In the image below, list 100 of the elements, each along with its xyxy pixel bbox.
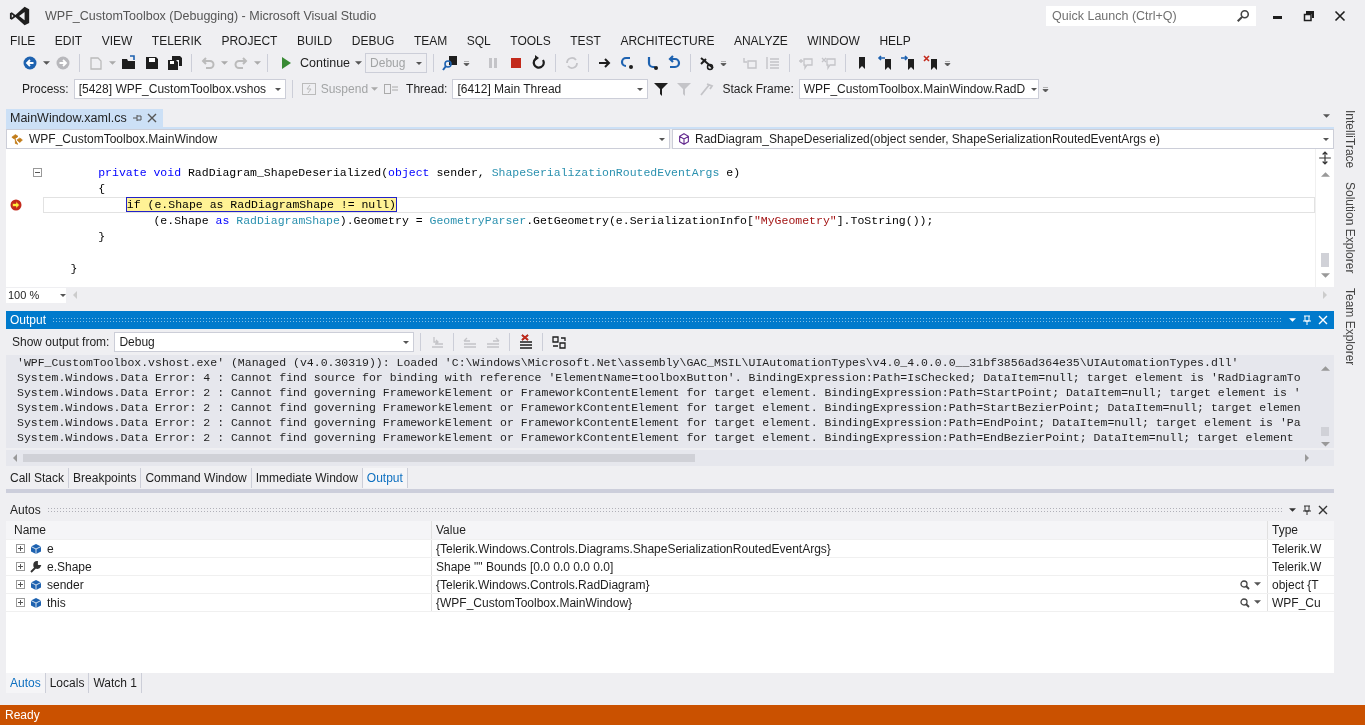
panel-tab[interactable]: Autos	[6, 673, 46, 693]
menu-item[interactable]: TEST	[570, 33, 601, 48]
side-tab[interactable]: Team Explorer	[1342, 287, 1357, 365]
variable-value: Shape "" Bounds [0.0 0.0 0.0 0.0]	[436, 559, 615, 574]
variable-name: this	[47, 595, 66, 610]
window-title: WPF_CustomToolbox (Debugging) - Microsoft Visual Studio	[45, 9, 378, 23]
panel-tab[interactable]: Breakpoints	[69, 468, 142, 488]
expand-icon[interactable]	[16, 580, 25, 589]
menu-item[interactable]: HELP	[879, 33, 911, 48]
output-line: System.Windows.Data Error: 2 : Cannot find governing FrameworkElement or FrameworkContentElement for target element. BindingExpression:Path=StartBezierPoint; DataItem=null; target elemen	[17, 400, 1302, 415]
save-icon[interactable]	[144, 55, 160, 71]
panel-title: Autos	[10, 503, 41, 517]
code-line: private void RadDiagram_ShapeDeserialized(object sender, ShapeSerializationRoutedEventArgs e)	[97, 165, 742, 181]
process-dropdown[interactable]: [5428] WPF_CustomToolbox.vshos	[73, 79, 286, 99]
code-line: }	[69, 261, 79, 277]
variable-name: e	[47, 541, 54, 556]
type-dropdown[interactable]: WPF_CustomToolbox.MainWindow	[6, 129, 670, 149]
suspend-icon	[300, 81, 317, 97]
stack-frame-label: Stack Frame:	[722, 82, 794, 96]
panel-tab[interactable]: Command Window	[141, 468, 252, 488]
menu-item[interactable]: VIEW	[101, 33, 133, 48]
overflow-icon[interactable]	[944, 60, 952, 66]
restart-icon[interactable]	[531, 55, 548, 71]
menu-item[interactable]: BUILD	[296, 33, 333, 48]
stack-frame-dropdown[interactable]: WPF_CustomToolbox.MainWindow.RadD	[798, 79, 1039, 99]
code-line: {	[97, 181, 107, 197]
continue-button[interactable]: Continue	[274, 55, 353, 71]
filter-icon[interactable]	[653, 81, 670, 97]
thread-dropdown[interactable]: [6412] Main Thread	[452, 79, 649, 99]
find-icon[interactable]	[442, 55, 459, 71]
scroll-up-icon[interactable]	[1320, 171, 1330, 177]
status-text: Ready	[5, 708, 40, 722]
overflow-icon[interactable]	[1041, 86, 1049, 92]
zoom-dropdown[interactable]: 100 %	[6, 287, 66, 303]
search-icon[interactable]	[1240, 597, 1250, 608]
menu-item[interactable]: DEBUG	[351, 33, 395, 48]
panel-tab[interactable]: Locals	[45, 673, 90, 693]
word-wrap-icon[interactable]	[551, 334, 568, 350]
menu-item[interactable]: EDIT	[54, 33, 83, 48]
menu-item[interactable]: TOOLS	[510, 33, 551, 48]
save-all-icon[interactable]	[167, 55, 183, 71]
clear-bookmarks-icon[interactable]	[923, 55, 940, 71]
caret-icon[interactable]	[1254, 582, 1261, 587]
restore-icon[interactable]	[1303, 10, 1315, 22]
previous-bookmark-icon[interactable]	[877, 55, 894, 71]
variable-type: Telerik.W	[1272, 559, 1322, 574]
close-icon[interactable]	[1334, 10, 1346, 22]
scroll-down-icon[interactable]	[1320, 273, 1330, 279]
scroll-thumb[interactable]	[1321, 253, 1329, 267]
pin-icon[interactable]	[1302, 505, 1312, 515]
search-icon[interactable]	[1240, 579, 1250, 590]
split-icon[interactable]	[1318, 151, 1332, 165]
menu-item[interactable]: ARCHITECTURE	[620, 33, 715, 48]
column-header[interactable]: Value	[432, 521, 1268, 539]
output-line: System.Windows.Data Error: 2 : Cannot find governing FrameworkElement or FrameworkContentElement for target element. BindingExpression:Path=StartPoint; DataItem=null; target element is '	[17, 385, 1302, 400]
expand-icon[interactable]	[16, 598, 25, 607]
variable-type: object {T	[1272, 577, 1319, 592]
side-tab[interactable]: Solution Explorer	[1342, 182, 1357, 274]
code-line: }	[97, 229, 107, 245]
step-out-icon[interactable]	[666, 55, 683, 71]
quick-launch-field[interactable]: Quick Launch (Ctrl+Q)	[1046, 6, 1256, 26]
pin-icon[interactable]	[131, 113, 142, 123]
expand-icon[interactable]	[16, 562, 25, 571]
variable-value: {Telerik.Windows.Controls.Diagrams.ShapeSerializationRoutedEventArgs}	[436, 541, 832, 556]
process-label: Process:	[22, 82, 69, 96]
panel-tab[interactable]: Immediate Window	[251, 468, 363, 488]
overflow-icon[interactable]	[463, 60, 471, 66]
menu-item[interactable]: TEAM	[413, 33, 448, 48]
close-icon[interactable]	[1318, 505, 1328, 515]
menu-item[interactable]: SQL	[466, 33, 491, 48]
column-header[interactable]: Type	[1268, 521, 1334, 539]
menu-item[interactable]: WINDOW	[807, 33, 860, 48]
column-header[interactable]: Name	[6, 521, 432, 539]
panel-tab[interactable]: Output	[362, 468, 408, 488]
caret-icon[interactable]	[1254, 600, 1261, 605]
side-tab[interactable]: IntelliTrace	[1342, 110, 1357, 169]
document-tab[interactable]: MainWindow.xaml.cs	[6, 109, 163, 127]
show-output-label: Show output from:	[12, 335, 110, 349]
variable-value: {Telerik.Windows.Controls.RadDiagram}	[436, 577, 651, 592]
clear-all-icon[interactable]	[518, 334, 535, 350]
expand-icon[interactable]	[16, 544, 25, 553]
menu-item[interactable]: PROJECT	[221, 33, 278, 48]
caret-icon[interactable]	[43, 60, 50, 66]
panel-tab[interactable]: Call Stack	[6, 468, 70, 488]
open-folder-icon[interactable]	[121, 55, 137, 71]
menu-item[interactable]: FILE	[10, 33, 36, 48]
method-icon	[677, 132, 691, 146]
caret-icon[interactable]	[1323, 114, 1330, 119]
menu-item[interactable]: ANALYZE	[733, 33, 788, 48]
output-source-dropdown[interactable]: Debug	[114, 332, 415, 352]
panel-tab[interactable]: Watch 1	[89, 673, 142, 693]
next-bookmark-icon[interactable]	[900, 55, 917, 71]
overflow-icon[interactable]	[720, 60, 728, 66]
caret-icon[interactable]	[355, 60, 363, 66]
collapse-icon[interactable]	[33, 168, 42, 177]
back-icon[interactable]	[22, 55, 38, 71]
caret-icon[interactable]	[1289, 507, 1296, 513]
menu-item[interactable]: TELERIK	[151, 33, 202, 48]
breakpoint-icon[interactable]	[10, 199, 22, 211]
member-dropdown[interactable]: RadDiagram_ShapeDeserialized(object sender, ShapeSerializationRoutedEventArgs e)	[672, 129, 1334, 149]
